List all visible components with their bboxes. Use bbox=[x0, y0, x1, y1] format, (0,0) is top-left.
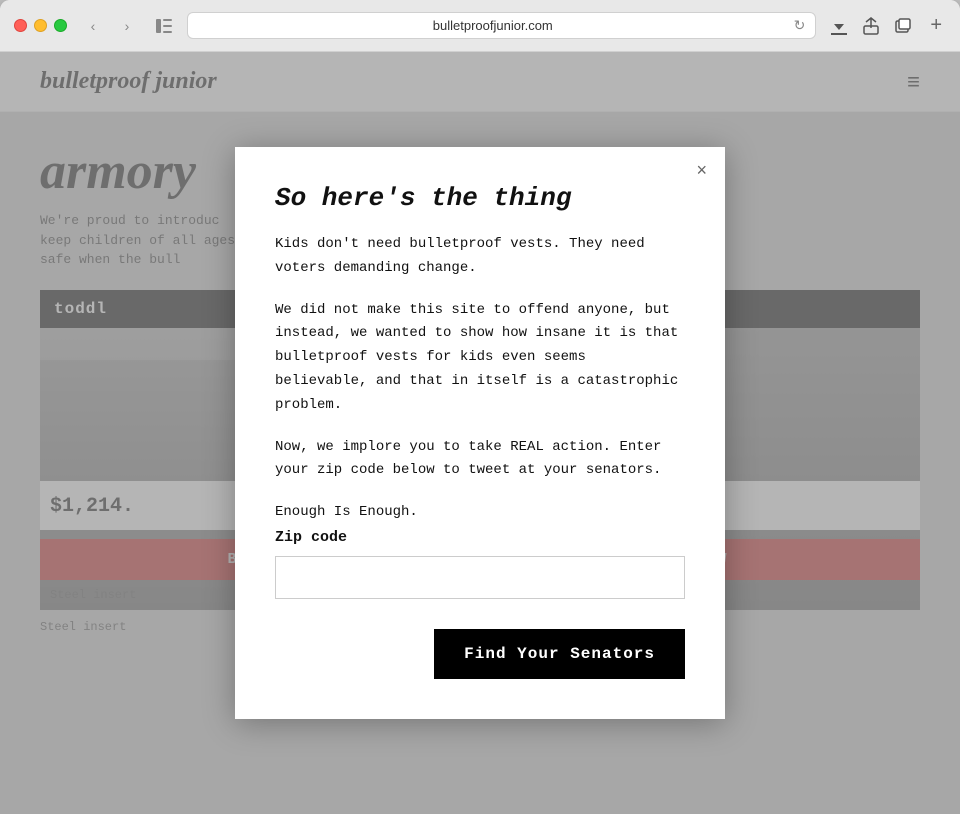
back-button[interactable]: ‹ bbox=[79, 15, 107, 37]
modal-footer: Find Your Senators bbox=[275, 629, 685, 679]
maximize-window-button[interactable] bbox=[54, 19, 67, 32]
nav-buttons: ‹ › bbox=[79, 15, 141, 37]
share-icon[interactable] bbox=[860, 15, 882, 37]
sidebar-button[interactable] bbox=[153, 15, 175, 37]
forward-button[interactable]: › bbox=[113, 15, 141, 37]
modal-body: Kids don't need bulletproof vests. They … bbox=[275, 233, 685, 525]
modal-paragraph-4: Enough Is Enough. bbox=[275, 501, 685, 525]
modal-overlay[interactable]: × So here's the thing Kids don't need bu… bbox=[0, 52, 960, 814]
new-window-icon[interactable] bbox=[892, 15, 914, 37]
traffic-lights bbox=[14, 19, 67, 32]
address-bar[interactable]: bulletproofjunior.com ↻ bbox=[187, 12, 816, 39]
zip-code-label: Zip code bbox=[275, 529, 685, 546]
minimize-window-button[interactable] bbox=[34, 19, 47, 32]
modal-title: So here's the thing bbox=[275, 183, 685, 213]
url-text: bulletproofjunior.com bbox=[198, 18, 788, 33]
browser-toolbar: ‹ › bulletproofjunior.com ↻ bbox=[0, 0, 960, 52]
modal-paragraph-2: We did not make this site to offend anyo… bbox=[275, 299, 685, 418]
modal-close-button[interactable]: × bbox=[696, 161, 707, 179]
find-senators-button[interactable]: Find Your Senators bbox=[434, 629, 685, 679]
close-window-button[interactable] bbox=[14, 19, 27, 32]
modal-paragraph-3: Now, we implore you to take REAL action.… bbox=[275, 436, 685, 484]
zip-code-input[interactable] bbox=[275, 556, 685, 599]
toolbar-icons bbox=[828, 15, 914, 37]
reload-icon[interactable]: ↻ bbox=[794, 17, 806, 34]
new-tab-button[interactable]: + bbox=[926, 14, 946, 37]
download-icon[interactable] bbox=[828, 15, 850, 37]
browser-window: ‹ › bulletproofjunior.com ↻ bbox=[0, 0, 960, 814]
modal-dialog: × So here's the thing Kids don't need bu… bbox=[235, 147, 725, 719]
modal-paragraph-1: Kids don't need bulletproof vests. They … bbox=[275, 233, 685, 281]
website-content: bulletproof junior ≡ armory We're proud … bbox=[0, 52, 960, 814]
